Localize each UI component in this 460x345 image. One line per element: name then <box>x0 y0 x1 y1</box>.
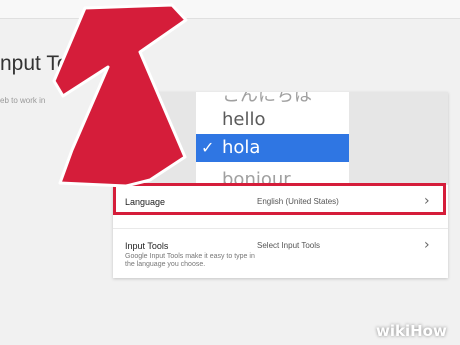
wikihow-watermark: wikiHow <box>376 322 447 340</box>
pointer-arrow-icon <box>52 3 188 188</box>
pointer-arrow-graphic <box>52 3 188 188</box>
